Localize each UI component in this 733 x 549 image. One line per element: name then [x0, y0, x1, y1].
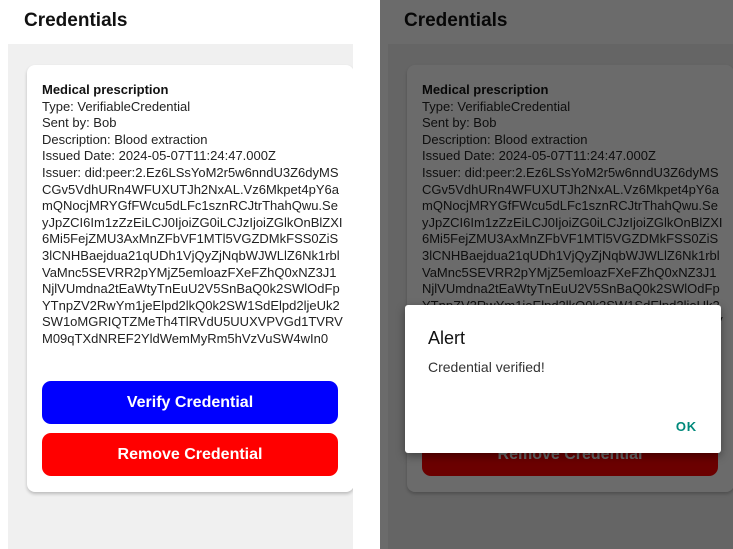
alert-ok-button[interactable]: OK: [676, 418, 697, 436]
credential-card: Medical prescription Type: VerifiableCre…: [27, 65, 353, 492]
credential-issued-date: Issued Date: 2024-05-07T11:24:47.000Z: [42, 148, 276, 164]
app-header: Credentials: [0, 0, 353, 44]
modal-scrim[interactable]: [380, 0, 733, 549]
credential-title: Medical prescription: [42, 82, 169, 97]
screen-divider: [353, 0, 380, 549]
credential-issuer: Issuer: did:peer:2.Ez6LSsYoM2r5w6nndU3Z6…: [42, 164, 343, 346]
credential-description: Description: Blood extraction: [42, 131, 208, 147]
content-area: Medical prescription Type: VerifiableCre…: [8, 44, 353, 549]
verify-credential-button[interactable]: Verify Credential: [42, 381, 338, 424]
credential-type: Type: VerifiableCredential: [42, 98, 191, 114]
credential-sender: Sent by: Bob: [42, 115, 117, 131]
screen-credentials: Credentials Medical prescription Type: V…: [0, 0, 353, 549]
alert-dialog: Alert Credential verified! OK: [405, 305, 721, 453]
page-title: Credentials: [24, 10, 128, 31]
credential-details: Medical prescription Type: VerifiableCre…: [42, 82, 344, 348]
alert-title: Alert: [428, 328, 466, 348]
alert-message: Credential verified!: [428, 359, 545, 375]
remove-credential-button[interactable]: Remove Credential: [42, 433, 338, 476]
screen-credentials-with-alert: Credentials Medical prescription Type: V…: [380, 0, 733, 549]
